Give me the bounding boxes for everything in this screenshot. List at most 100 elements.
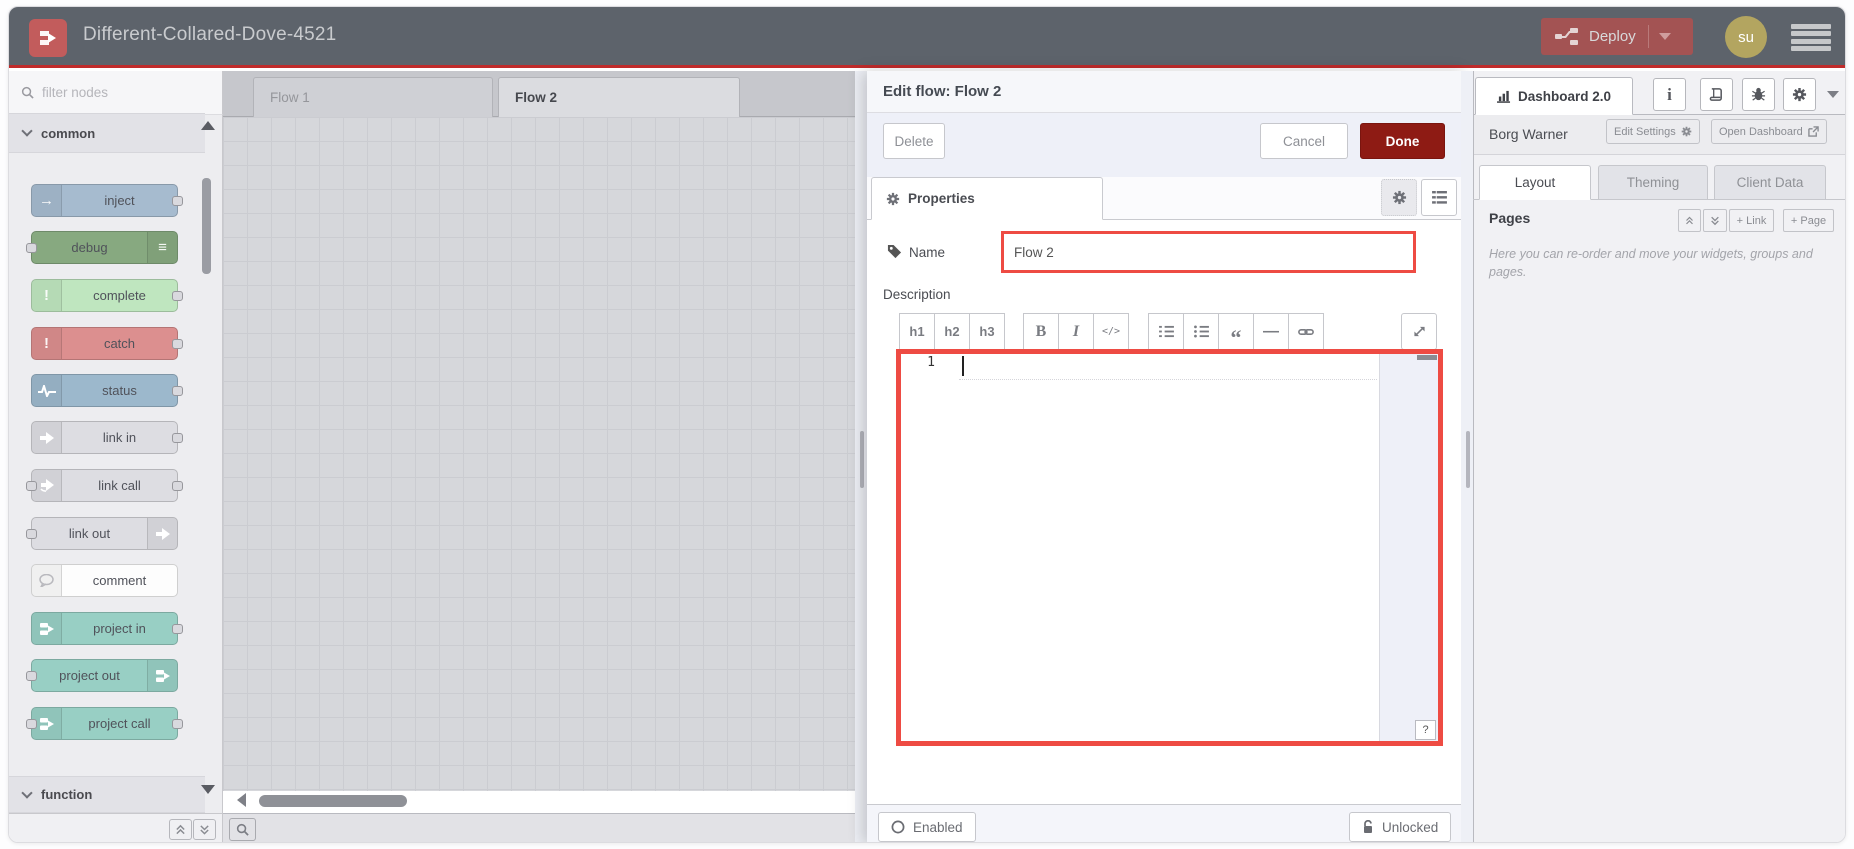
deploy-separator [1647,25,1649,48]
flow-lock-toggle[interactable]: Unlocked [1349,812,1452,842]
flow-canvas[interactable] [223,117,856,791]
input-port [26,529,37,539]
horizontal-rule-button[interactable]: — [1253,313,1289,350]
tab-theming[interactable]: Theming [1598,165,1708,200]
sidebar-debug-button[interactable] [1742,78,1775,111]
cancel-button[interactable]: Cancel [1260,123,1348,159]
editor-help-button[interactable]: ? [1415,720,1436,740]
description-editor[interactable] [896,349,1443,746]
input-port [26,671,37,681]
sidebar-resize-grip[interactable] [1466,431,1470,488]
add-link-button[interactable]: + Link [1729,209,1774,232]
palette-node-catch[interactable]: ! catch [31,327,183,360]
flow-enabled-toggle[interactable]: Enabled [878,812,976,842]
palette-node-project-out[interactable]: project out [26,659,178,692]
deploy-caret-icon[interactable] [1658,33,1671,40]
status-pulse-icon [32,375,62,406]
delete-button[interactable]: Delete [883,123,945,159]
palette-node-link-call[interactable]: link call [26,469,183,502]
tab-dashboard-2[interactable]: Dashboard 2.0 [1475,77,1633,115]
heading1-button[interactable]: h1 [899,313,935,350]
info-icon: i [1667,84,1672,104]
canvas-search-button[interactable] [229,818,256,841]
palette-collapse-all-button[interactable] [169,819,192,840]
palette-node-debug[interactable]: debug ≡ [26,231,178,264]
palette-node-link-in[interactable]: link in [31,421,183,454]
palette-scrollbar-thumb[interactable] [202,178,211,274]
bug-icon [1751,87,1766,101]
tab-layout[interactable]: Layout [1479,165,1591,200]
user-avatar[interactable]: su [1725,16,1767,58]
pages-section-title: Pages [1489,210,1531,226]
add-page-button[interactable]: + Page [1783,209,1834,232]
editor-active-line [959,353,1377,380]
edit-tray-title: Edit flow: Flow 2 [867,71,1467,113]
palette-scroll-up-arrow[interactable] [201,121,215,130]
ordered-list-icon [1158,325,1174,338]
heading3-button[interactable]: h3 [969,313,1005,350]
expand-editor-button[interactable] [1401,313,1437,350]
input-port [26,481,37,491]
unordered-list-button[interactable] [1183,313,1219,350]
open-dashboard-button[interactable]: Open Dashboard [1711,119,1827,144]
palette-node-comment[interactable]: comment [31,564,178,597]
edit-settings-button[interactable]: Edit Settings [1606,119,1700,144]
palette-scroll-down-arrow[interactable] [201,785,215,794]
palette-category-common[interactable]: common [9,113,205,153]
bar-chart-icon [1497,90,1511,103]
palette-expand-all-button[interactable] [193,819,216,840]
canvas-horizontal-scrollbar[interactable] [259,795,407,807]
external-link-icon [1808,126,1819,137]
pages-expand-all-button[interactable] [1703,209,1727,232]
flow-name-field-highlight [1001,231,1416,273]
palette-node-inject[interactable]: → inject [31,184,183,217]
sidebar-config-button[interactable] [1783,78,1816,111]
ordered-list-button[interactable] [1148,313,1184,350]
palette-node-project-call[interactable]: project call [26,707,183,740]
done-button[interactable]: Done [1360,123,1445,159]
canvas-scroll-left-arrow[interactable] [237,793,246,807]
blockquote-button[interactable]: “ [1218,313,1254,350]
output-port [172,433,183,443]
tab-flow-1[interactable]: Flow 1 [253,77,493,117]
heading2-button[interactable]: h2 [934,313,970,350]
circle-icon [891,820,905,834]
tab-client-data[interactable]: Client Data [1714,165,1826,200]
palette-node-complete[interactable]: ! complete [31,279,183,312]
sidebar-info-button[interactable]: i [1653,78,1686,111]
link-out-icon [147,518,177,549]
palette-node-project-in[interactable]: project in [31,612,183,645]
tray-resize-grip[interactable] [860,431,864,488]
description-view-button[interactable] [1421,179,1457,216]
output-port [172,481,183,491]
workspace-title: Different-Collared-Dove-4521 [83,24,337,45]
palette-category-function[interactable]: function [9,776,205,813]
palette-node-link-out[interactable]: link out [26,517,178,550]
main-menu-button[interactable] [1791,24,1831,51]
tab-properties[interactable]: Properties [871,177,1103,220]
deploy-button[interactable]: Deploy [1541,18,1693,55]
unlock-icon [1364,820,1372,833]
editor-scroll-area[interactable] [1379,354,1438,741]
expand-diagonal-icon [1413,326,1425,337]
deploy-icon [1555,27,1579,46]
project-out-icon [147,660,177,691]
bold-button[interactable]: B [1023,313,1059,350]
flow-name-input[interactable] [1014,244,1384,260]
code-button[interactable]: </> [1093,313,1129,350]
palette-search[interactable]: filter nodes [9,71,223,115]
editor-scrollbar-thumb[interactable] [1417,355,1437,360]
link-button[interactable] [1288,313,1324,350]
palette-node-status[interactable]: status [31,374,183,407]
complete-icon: ! [32,280,62,311]
tab-flow-2[interactable]: Flow 2 [498,77,740,117]
deploy-label: Deploy [1589,28,1636,45]
name-label: Name [909,245,946,260]
properties-view-button[interactable] [1381,179,1417,216]
italic-button[interactable]: I [1058,313,1094,350]
output-port [172,624,183,634]
sidebar-help-button[interactable] [1700,78,1733,111]
input-port [26,719,37,729]
sidebar-more-tabs-caret[interactable] [1827,91,1839,98]
pages-collapse-all-button[interactable] [1678,209,1701,232]
